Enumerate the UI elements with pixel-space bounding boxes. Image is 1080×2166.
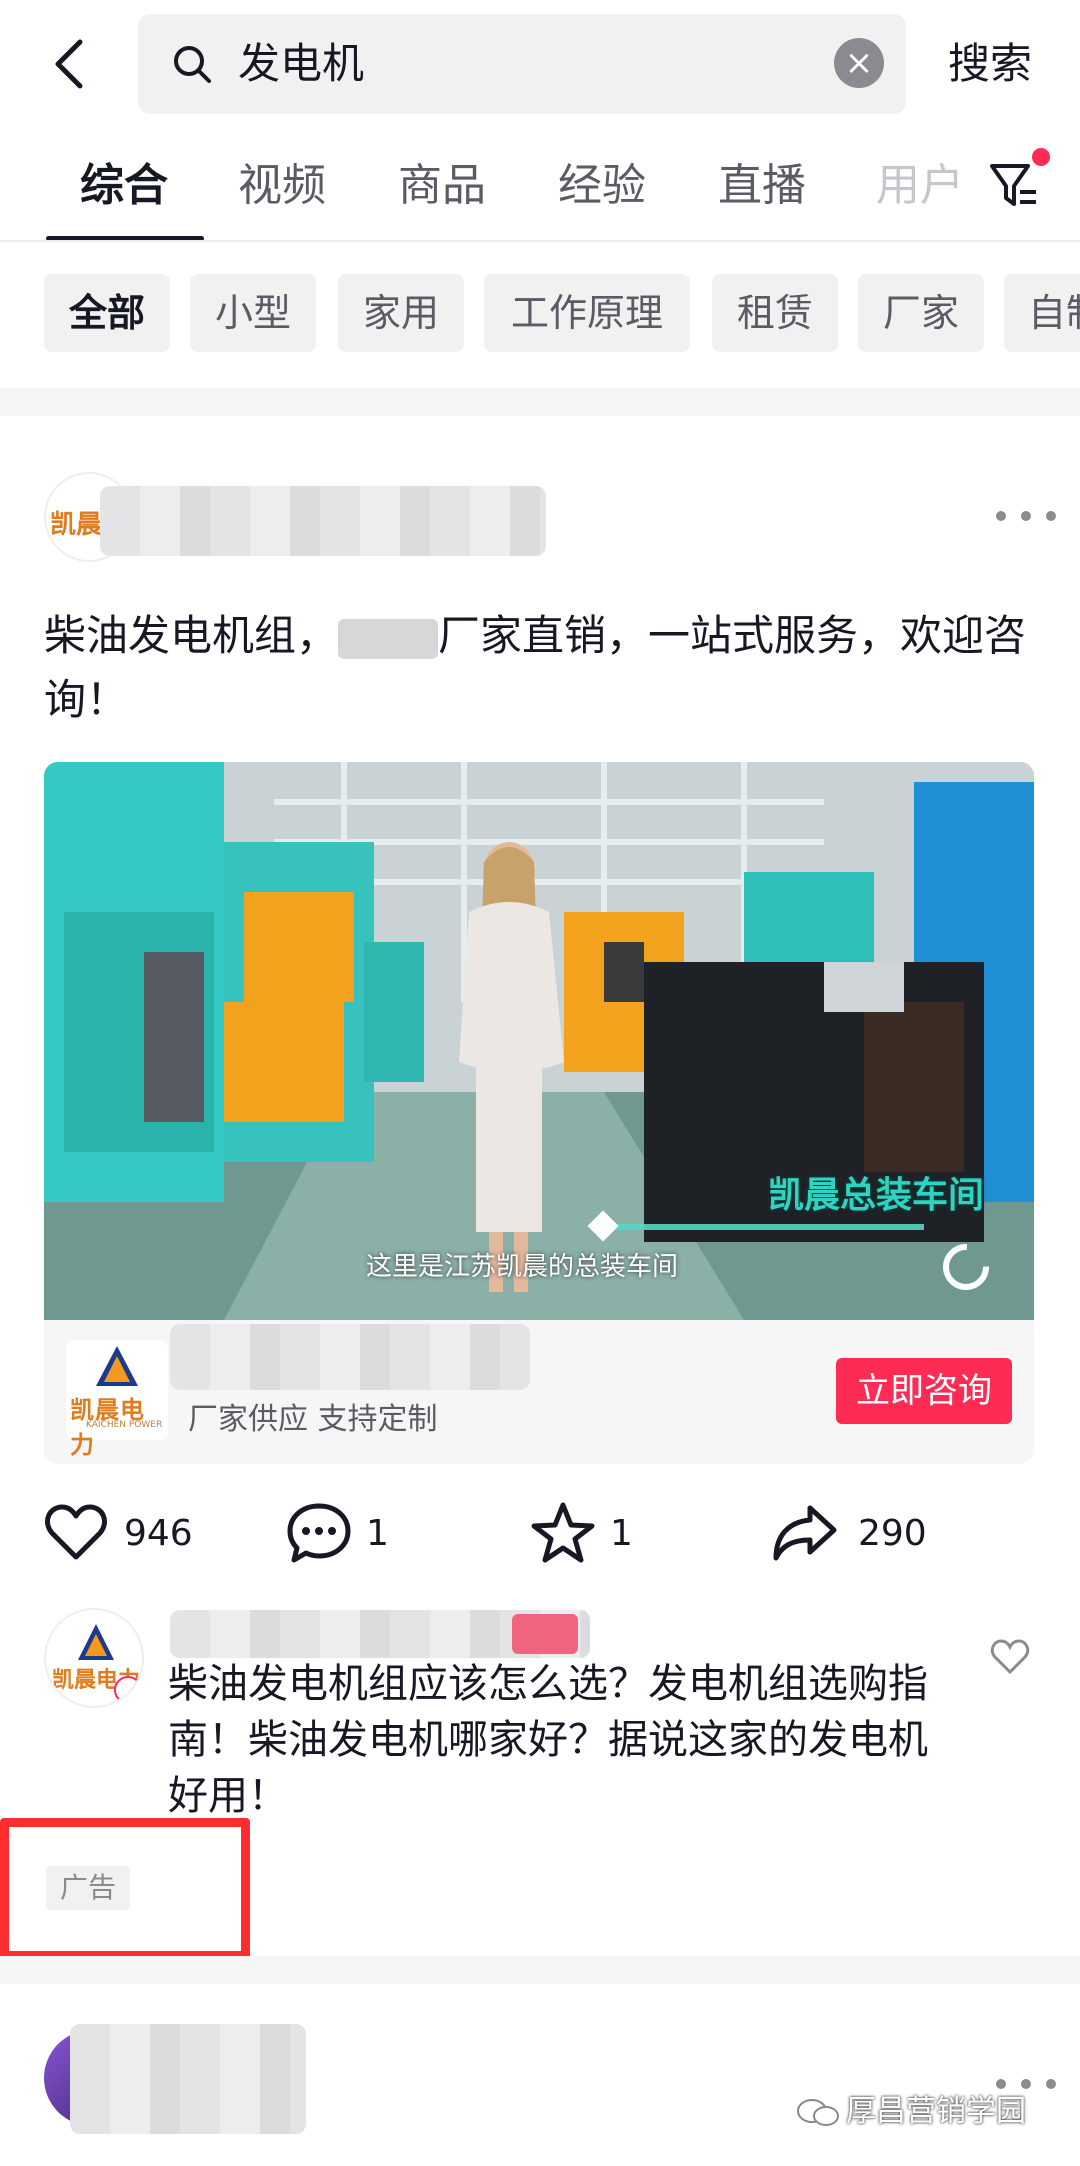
tab-video[interactable]: 视频 (238, 156, 326, 216)
chip-all[interactable]: 全部 (44, 274, 170, 352)
filter-icon[interactable] (988, 158, 1040, 214)
star-icon (531, 1502, 595, 1563)
redacted-next-username (70, 2024, 306, 2134)
tab-experience[interactable]: 经验 (558, 156, 646, 216)
consult-button[interactable]: 立即咨询 (836, 1358, 1012, 1424)
avatar-logo-text: 凯晨 (50, 510, 103, 540)
section-separator (0, 388, 1080, 416)
highlight-box (0, 1818, 250, 1960)
chip-household[interactable]: 家用 (338, 274, 464, 352)
chip-rental[interactable]: 租赁 (712, 274, 838, 352)
chip-diy[interactable]: 自制 (1004, 274, 1080, 352)
ad-card[interactable]: 凯晨电力 KAICHEN POWER 厂家供应 支持定制 立即咨询 (44, 1320, 1034, 1464)
tab-live[interactable]: 直播 (718, 156, 806, 216)
comment-like-icon[interactable] (990, 1638, 1030, 1676)
comment-button[interactable]: 1 (286, 1498, 389, 1568)
ad-subtitle: 厂家供应 支持定制 (188, 1402, 438, 1437)
search-input[interactable]: 发电机 × (138, 14, 906, 114)
heart-icon (45, 1504, 107, 1560)
video-caption: 这里是江苏凯晨的总装车间 (366, 1252, 679, 1282)
section-separator-2 (0, 1956, 1080, 1984)
redacted-username (100, 486, 546, 556)
comment-text: 柴油发电机组应该怎么选？发电机组选购指南！柴油发电机哪家好？据说这家的发电机好用… (168, 1661, 928, 1819)
share-icon (773, 1505, 837, 1561)
comment-avatar[interactable]: 凯晨电力 (44, 1608, 144, 1708)
redacted-advertiser-name (170, 1324, 530, 1390)
favorite-count: 1 (610, 1512, 633, 1554)
brand-logo-subtext: KAICHEN POWER (86, 1420, 163, 1430)
clear-icon[interactable]: × (834, 38, 884, 88)
brand-logo-icon (96, 1346, 138, 1386)
comment-icon (287, 1503, 351, 1563)
wechat-icon (797, 2099, 839, 2126)
back-button[interactable] (40, 28, 100, 100)
post-description: 柴油发电机组， 厂家直销，一站式服务，欢迎咨询！ (44, 611, 1027, 724)
chip-manufacturer[interactable]: 厂家 (858, 274, 984, 352)
favorite-button[interactable]: 1 (530, 1498, 633, 1568)
video-overlay-title: 凯晨总装车间 (768, 1175, 985, 1216)
tab-all[interactable]: 综合 (80, 156, 168, 216)
tab-users[interactable]: 用户 (876, 156, 964, 216)
tabs-divider (0, 240, 1080, 242)
share-count: 290 (858, 1512, 927, 1554)
chip-small[interactable]: 小型 (190, 274, 316, 352)
share-button[interactable]: 290 (770, 1498, 927, 1568)
link-icon (114, 1676, 142, 1704)
watermark-text: 厚昌营销学园 (846, 2094, 1026, 2129)
tab-goods[interactable]: 商品 (398, 156, 486, 216)
search-query: 发电机 (238, 39, 365, 88)
brand-logo: 凯晨电力 KAICHEN POWER (66, 1340, 168, 1459)
like-button[interactable]: 946 (44, 1498, 193, 1568)
search-icon (174, 46, 211, 83)
notification-dot (1032, 148, 1050, 166)
more-options-icon[interactable] (996, 506, 1056, 526)
comment-count: 1 (366, 1512, 389, 1554)
like-count: 946 (124, 1512, 193, 1554)
search-button[interactable]: 搜索 (948, 36, 1032, 92)
video-player[interactable]: 凯晨总装车间 这里是江苏凯晨的总装车间 (44, 762, 1034, 1320)
redacted-badge (512, 1614, 578, 1654)
chip-principle[interactable]: 工作原理 (484, 274, 690, 352)
video-frame (44, 762, 1034, 1320)
redacted-brand (338, 618, 439, 659)
chevron-left-icon (55, 39, 83, 89)
